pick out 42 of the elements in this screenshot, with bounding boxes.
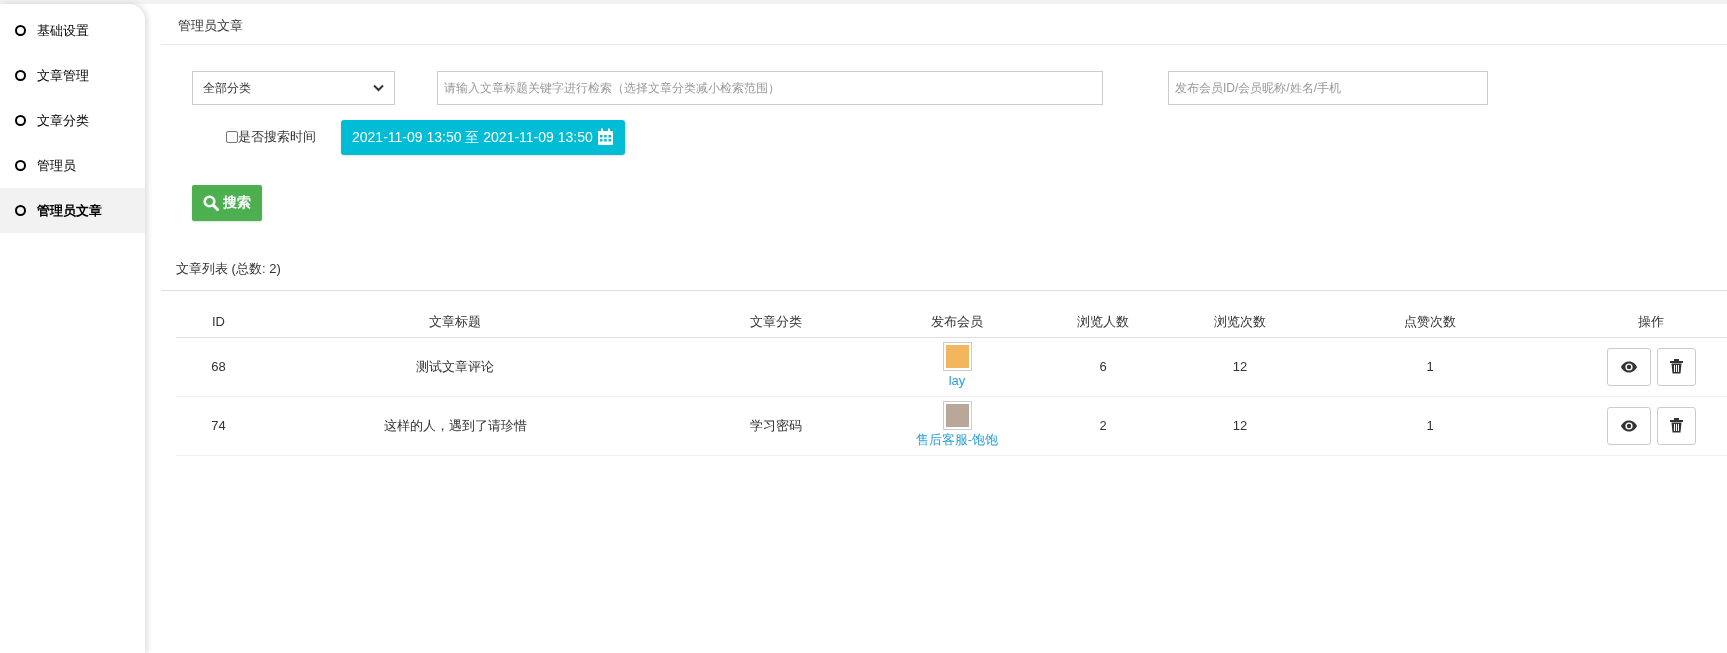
list-title: 文章列表 (总数: 2) — [161, 258, 1727, 291]
table-cell: 1 — [1426, 417, 1434, 433]
column-header: 点赞次数 — [1404, 313, 1456, 329]
column-header: 文章标题 — [429, 313, 481, 329]
table-cell: 2 — [1099, 417, 1107, 433]
search-icon — [203, 194, 219, 211]
view-button[interactable] — [1606, 347, 1651, 386]
page-title: 管理员文章 — [161, 4, 1727, 45]
avatar-photo-placeholder — [942, 342, 972, 372]
chevron-down-icon — [373, 83, 384, 92]
view-button[interactable] — [1606, 406, 1651, 445]
table-cell: 1 — [1426, 358, 1434, 374]
delete-button[interactable] — [1656, 347, 1696, 386]
column-header: 浏览人数 — [1077, 313, 1129, 329]
table-cell: 6 — [1099, 358, 1107, 374]
table-cell: 测试文章评论 — [416, 358, 494, 374]
sidebar-item[interactable]: 基础设置 — [0, 8, 145, 53]
column-header: 浏览次数 — [1214, 313, 1266, 329]
trash-icon — [1669, 418, 1683, 433]
calendar-icon — [596, 128, 614, 146]
avatar-photo-placeholder — [942, 401, 972, 431]
table-cell: 这样的人，遇到了请珍惜 — [383, 417, 527, 433]
column-header: 文章分类 — [750, 313, 802, 329]
eye-icon — [1619, 360, 1638, 373]
column-header: 操作 — [1638, 313, 1664, 329]
column-header: 发布会员 — [931, 313, 983, 329]
sidebar-item[interactable]: 文章分类 — [0, 98, 145, 143]
column-header: ID — [212, 313, 225, 329]
table-cell: 74 — [211, 417, 226, 433]
table-cell: 68 — [211, 358, 226, 374]
eye-icon — [1619, 419, 1638, 432]
sidebar-item[interactable]: 文章管理 — [0, 53, 145, 98]
trash-icon — [1669, 359, 1683, 374]
table-cell: 学习密码 — [750, 417, 802, 433]
time-checkbox[interactable] — [226, 131, 238, 143]
checkbox-label: 是否搜索时间 — [238, 128, 316, 147]
delete-button[interactable] — [1656, 406, 1696, 445]
category-select[interactable]: 全部分类 — [192, 70, 395, 105]
table-cell: 12 — [1232, 358, 1248, 374]
sidebar-item[interactable]: 管理员 — [0, 143, 145, 188]
sidebar-item[interactable]: 管理员文章 — [0, 188, 145, 233]
table-cell: 12 — [1232, 417, 1248, 433]
